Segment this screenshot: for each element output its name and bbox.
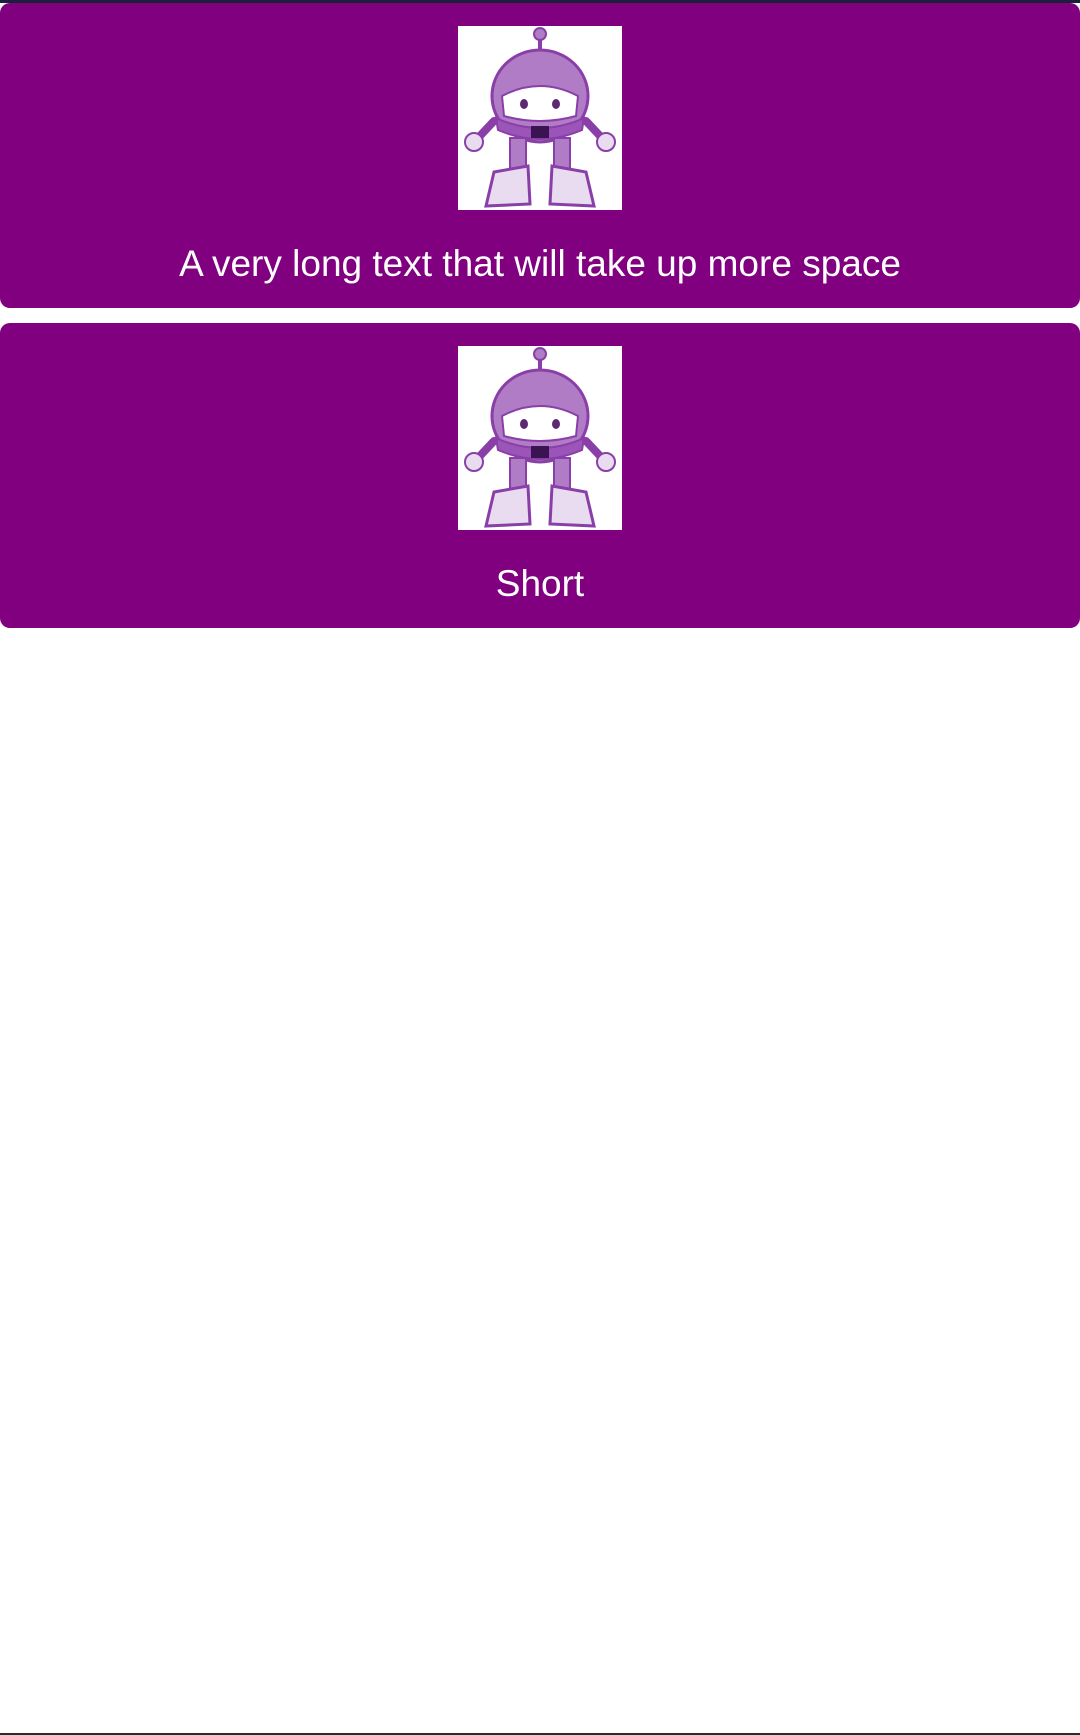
card-label: A very long text that will take up more …	[179, 243, 901, 284]
card-item[interactable]: Short	[0, 323, 1080, 628]
robot-mascot-icon	[458, 346, 622, 530]
card-label: Short	[495, 563, 585, 604]
card-list: A very long text that will take up more …	[0, 3, 1080, 643]
card-item[interactable]: A very long text that will take up more …	[0, 3, 1080, 308]
robot-mascot-icon	[458, 26, 622, 210]
